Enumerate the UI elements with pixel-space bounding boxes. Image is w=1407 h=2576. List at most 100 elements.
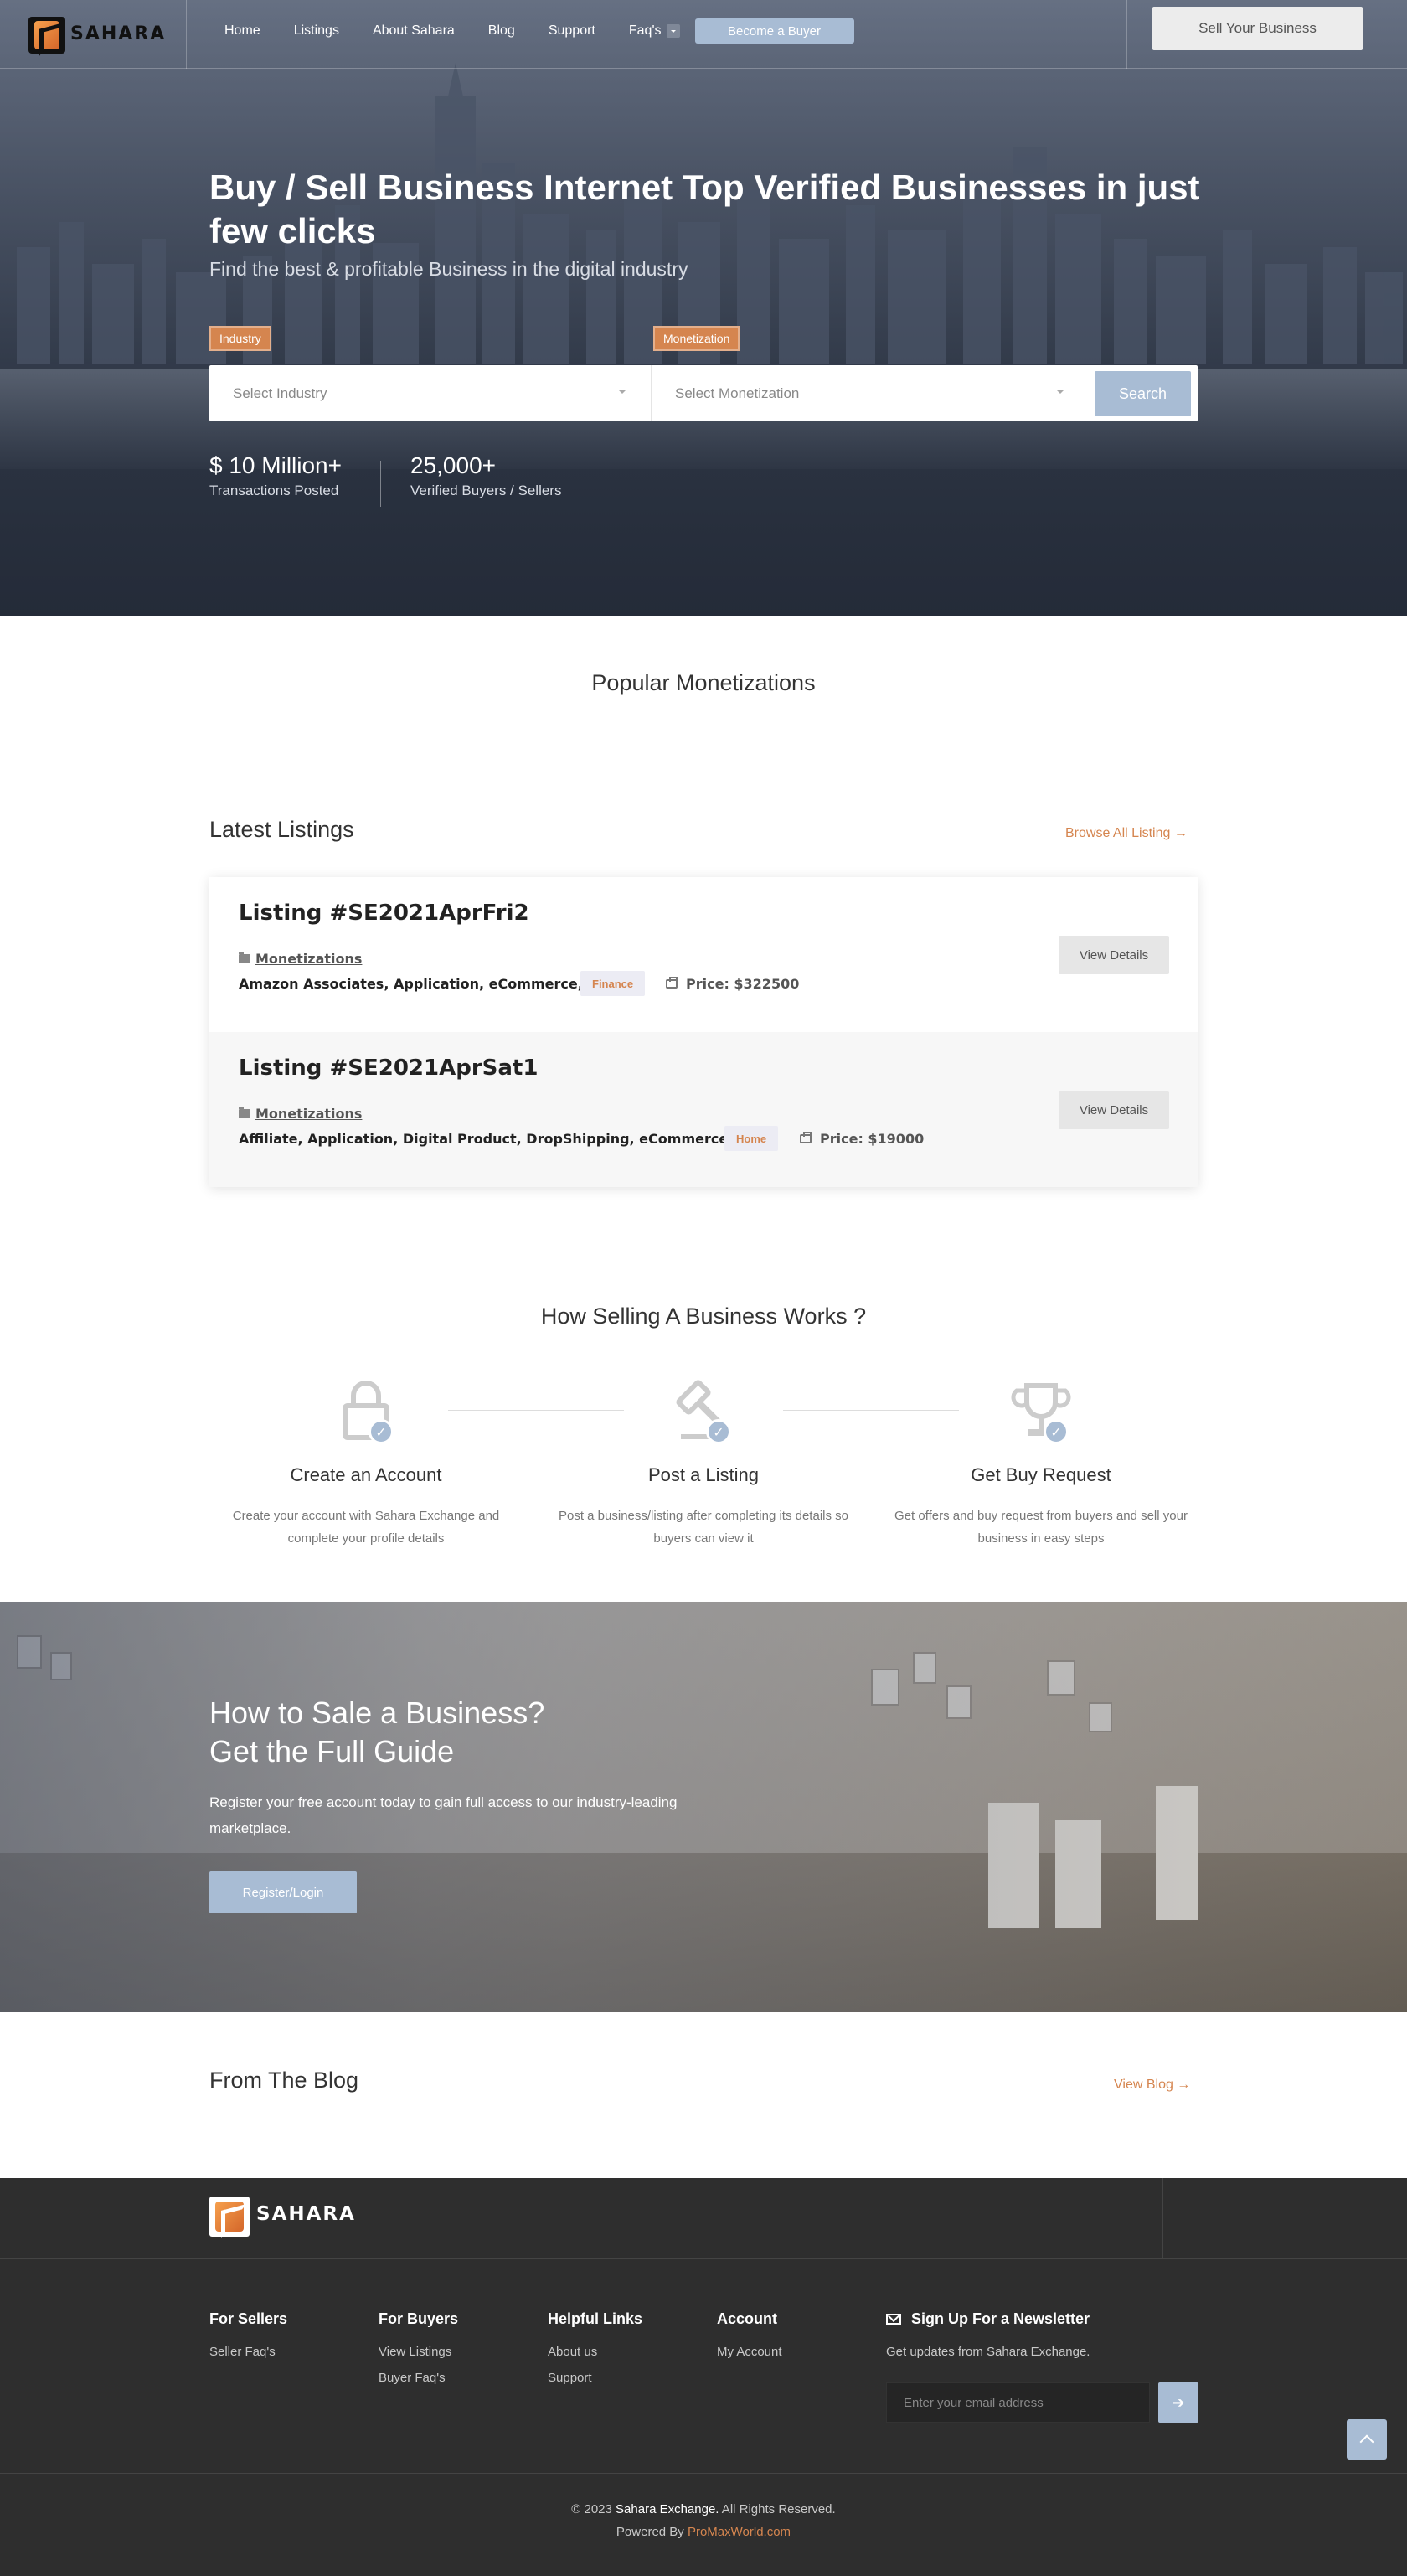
monetizations-link[interactable]: Monetizations	[239, 951, 362, 967]
footer-link-buyer-faqs[interactable]: Buyer Faq's	[379, 2371, 458, 2385]
step-description: Create your account with Sahara Exchange…	[232, 1509, 500, 1546]
footer-link-about[interactable]: About us	[548, 2345, 642, 2359]
view-blog-link[interactable]: View Blog →	[1114, 2078, 1190, 2093]
search-button[interactable]: Search	[1095, 371, 1191, 416]
copyright-brand: Sahara Exchange.	[616, 2502, 719, 2517]
list-item: Listing #SE2021AprFri2 Monetizations Ama…	[209, 877, 1198, 1032]
how-it-works-title: How Selling A Business Works ?	[540, 1303, 867, 1329]
arrow-right-icon[interactable]: ➔	[1158, 2382, 1198, 2423]
step-description: Get offers and buy request from buyers a…	[894, 1509, 1188, 1546]
step-title: Get Buy Request	[971, 1464, 1111, 1485]
newsletter-heading: Sign Up For a Newsletter	[886, 2310, 1200, 2328]
briefcase-icon	[800, 1132, 812, 1143]
nav-support[interactable]: Support	[549, 23, 595, 39]
logo-mark-icon	[28, 17, 65, 54]
footer-heading: Helpful Links	[548, 2310, 643, 2327]
footer-heading: For Sellers	[209, 2310, 288, 2327]
monetization-select[interactable]: Select Monetization	[652, 365, 1089, 421]
step-post-listing: ✓ Post a Listing Post a business/listing…	[544, 1374, 863, 1550]
footer-link-view-listings[interactable]: View Listings	[379, 2345, 458, 2359]
stat-buyers: 25,000+ Verified Buyers / Sellers	[410, 452, 561, 499]
nav-divider	[1126, 0, 1127, 69]
hero-section: SAHARA Home Listings About Sahara Blog S…	[0, 0, 1407, 616]
copyright-line: © 2023 Sahara Exchange. All Rights Reser…	[0, 2498, 1407, 2521]
latest-listings-title: Latest Listings	[209, 817, 354, 842]
powered-by-link[interactable]: ProMaxWorld.com	[688, 2525, 791, 2539]
powered-by-line: Powered By ProMaxWorld.com	[0, 2521, 1407, 2543]
listing-name[interactable]: Listing #SE2021AprSat1	[239, 1056, 538, 1081]
logo-text: SAHARA	[70, 23, 167, 44]
site-logo[interactable]: SAHARA	[28, 17, 164, 54]
listing-name[interactable]: Listing #SE2021AprFri2	[239, 901, 529, 926]
industry-tag: Industry	[209, 326, 271, 351]
list-item: Listing #SE2021AprSat1 Monetizations Aff…	[209, 1032, 1198, 1187]
footer-divider	[0, 2258, 1407, 2259]
footer-logo[interactable]: SAHARA	[209, 2197, 356, 2237]
blog-title: From The Blog	[209, 2068, 359, 2093]
monetization-select-value: Select Monetization	[675, 385, 800, 401]
hero-subtitle: Find the best & profitable Business in t…	[209, 258, 688, 280]
price-text: Price: $19000	[820, 1131, 925, 1147]
back-to-top-button[interactable]	[1347, 2419, 1387, 2460]
footer: SAHARA For Sellers Seller Faq's For Buye…	[0, 2178, 1407, 2576]
stat-label: Verified Buyers / Sellers	[410, 483, 562, 498]
sell-business-button[interactable]: Sell Your Business	[1152, 7, 1363, 50]
check-icon: ✓	[368, 1419, 394, 1444]
stat-value: 25,000+	[410, 452, 496, 478]
guide-section: How to Sale a Business? Get the Full Gui…	[0, 1602, 1407, 2012]
stat-transactions: $ 10 Million+ Transactions Posted	[209, 452, 342, 499]
chevron-down-icon	[1057, 390, 1064, 394]
footer-link-seller-faqs[interactable]: Seller Faq's	[209, 2345, 287, 2359]
copyright-suffix: All Rights Reserved.	[719, 2502, 836, 2517]
step-title: Create an Account	[290, 1464, 442, 1485]
monetizations-label: Monetizations	[255, 1106, 363, 1122]
trophy-icon: ✓	[1003, 1374, 1079, 1449]
footer-link-my-account[interactable]: My Account	[717, 2345, 782, 2359]
top-navigation-bar: SAHARA Home Listings About Sahara Blog S…	[0, 0, 1407, 69]
price-text: Price: $322500	[686, 976, 800, 992]
powered-prefix: Powered By	[616, 2525, 688, 2539]
nav-home[interactable]: Home	[224, 23, 260, 39]
step-get-buy-request: ✓ Get Buy Request Get offers and buy req…	[882, 1374, 1200, 1550]
guide-title-line1: How to Sale a Business?	[209, 1696, 545, 1730]
nav-faqs-dropdown[interactable]: Faq's	[629, 23, 680, 39]
step-description: Post a business/listing after completing…	[558, 1509, 848, 1546]
check-icon: ✓	[706, 1419, 731, 1444]
monetizations-link[interactable]: Monetizations	[239, 1106, 362, 1122]
stat-label: Transactions Posted	[209, 483, 339, 498]
nav-faqs-label: Faq's	[628, 23, 662, 38]
stat-value: $ 10 Million+	[209, 452, 342, 478]
become-buyer-button[interactable]: Become a Buyer	[694, 18, 854, 44]
check-icon: ✓	[1044, 1419, 1069, 1444]
monetizations-list: Amazon Associates, Application, eCommerc…	[239, 976, 583, 992]
monetizations-label: Monetizations	[255, 951, 363, 967]
industry-select[interactable]: Select Industry	[209, 365, 652, 421]
footer-heading: Account	[717, 2310, 777, 2327]
browse-all-listing-link[interactable]: Browse All Listing →	[1065, 826, 1188, 841]
industry-select-value: Select Industry	[233, 385, 327, 401]
copyright-prefix: © 2023	[571, 2502, 616, 2517]
nav-listings[interactable]: Listings	[294, 23, 339, 39]
folder-icon	[239, 1107, 250, 1118]
monetization-tag: Monetization	[653, 326, 740, 351]
chevron-down-icon	[666, 24, 680, 38]
view-details-button[interactable]: View Details	[1059, 936, 1169, 974]
guide-title: How to Sale a Business? Get the Full Gui…	[209, 1694, 544, 1771]
guide-title-line2: Get the Full Guide	[209, 1734, 455, 1768]
mail-icon	[886, 2314, 901, 2325]
nav-blog[interactable]: Blog	[488, 23, 515, 39]
nav-divider	[186, 0, 187, 69]
lock-icon: ✓	[328, 1374, 404, 1449]
newsletter-email-input[interactable]: Enter your email address	[886, 2382, 1150, 2423]
footer-link-support[interactable]: Support	[548, 2371, 642, 2385]
folder-icon	[239, 952, 250, 963]
gavel-icon: ✓	[666, 1374, 741, 1449]
guide-text: Register your free account today to gain…	[209, 1794, 678, 1836]
listing-price: Price: $322500	[666, 976, 799, 992]
register-login-button[interactable]: Register/Login	[209, 1871, 357, 1913]
category-badge: Home	[724, 1126, 779, 1151]
main-nav: Home Listings About Sahara Blog Support …	[224, 18, 854, 44]
view-details-button[interactable]: View Details	[1059, 1091, 1169, 1129]
nav-about[interactable]: About Sahara	[373, 23, 455, 39]
monetizations-list: Affiliate, Application, Digital Product,…	[239, 1131, 734, 1147]
